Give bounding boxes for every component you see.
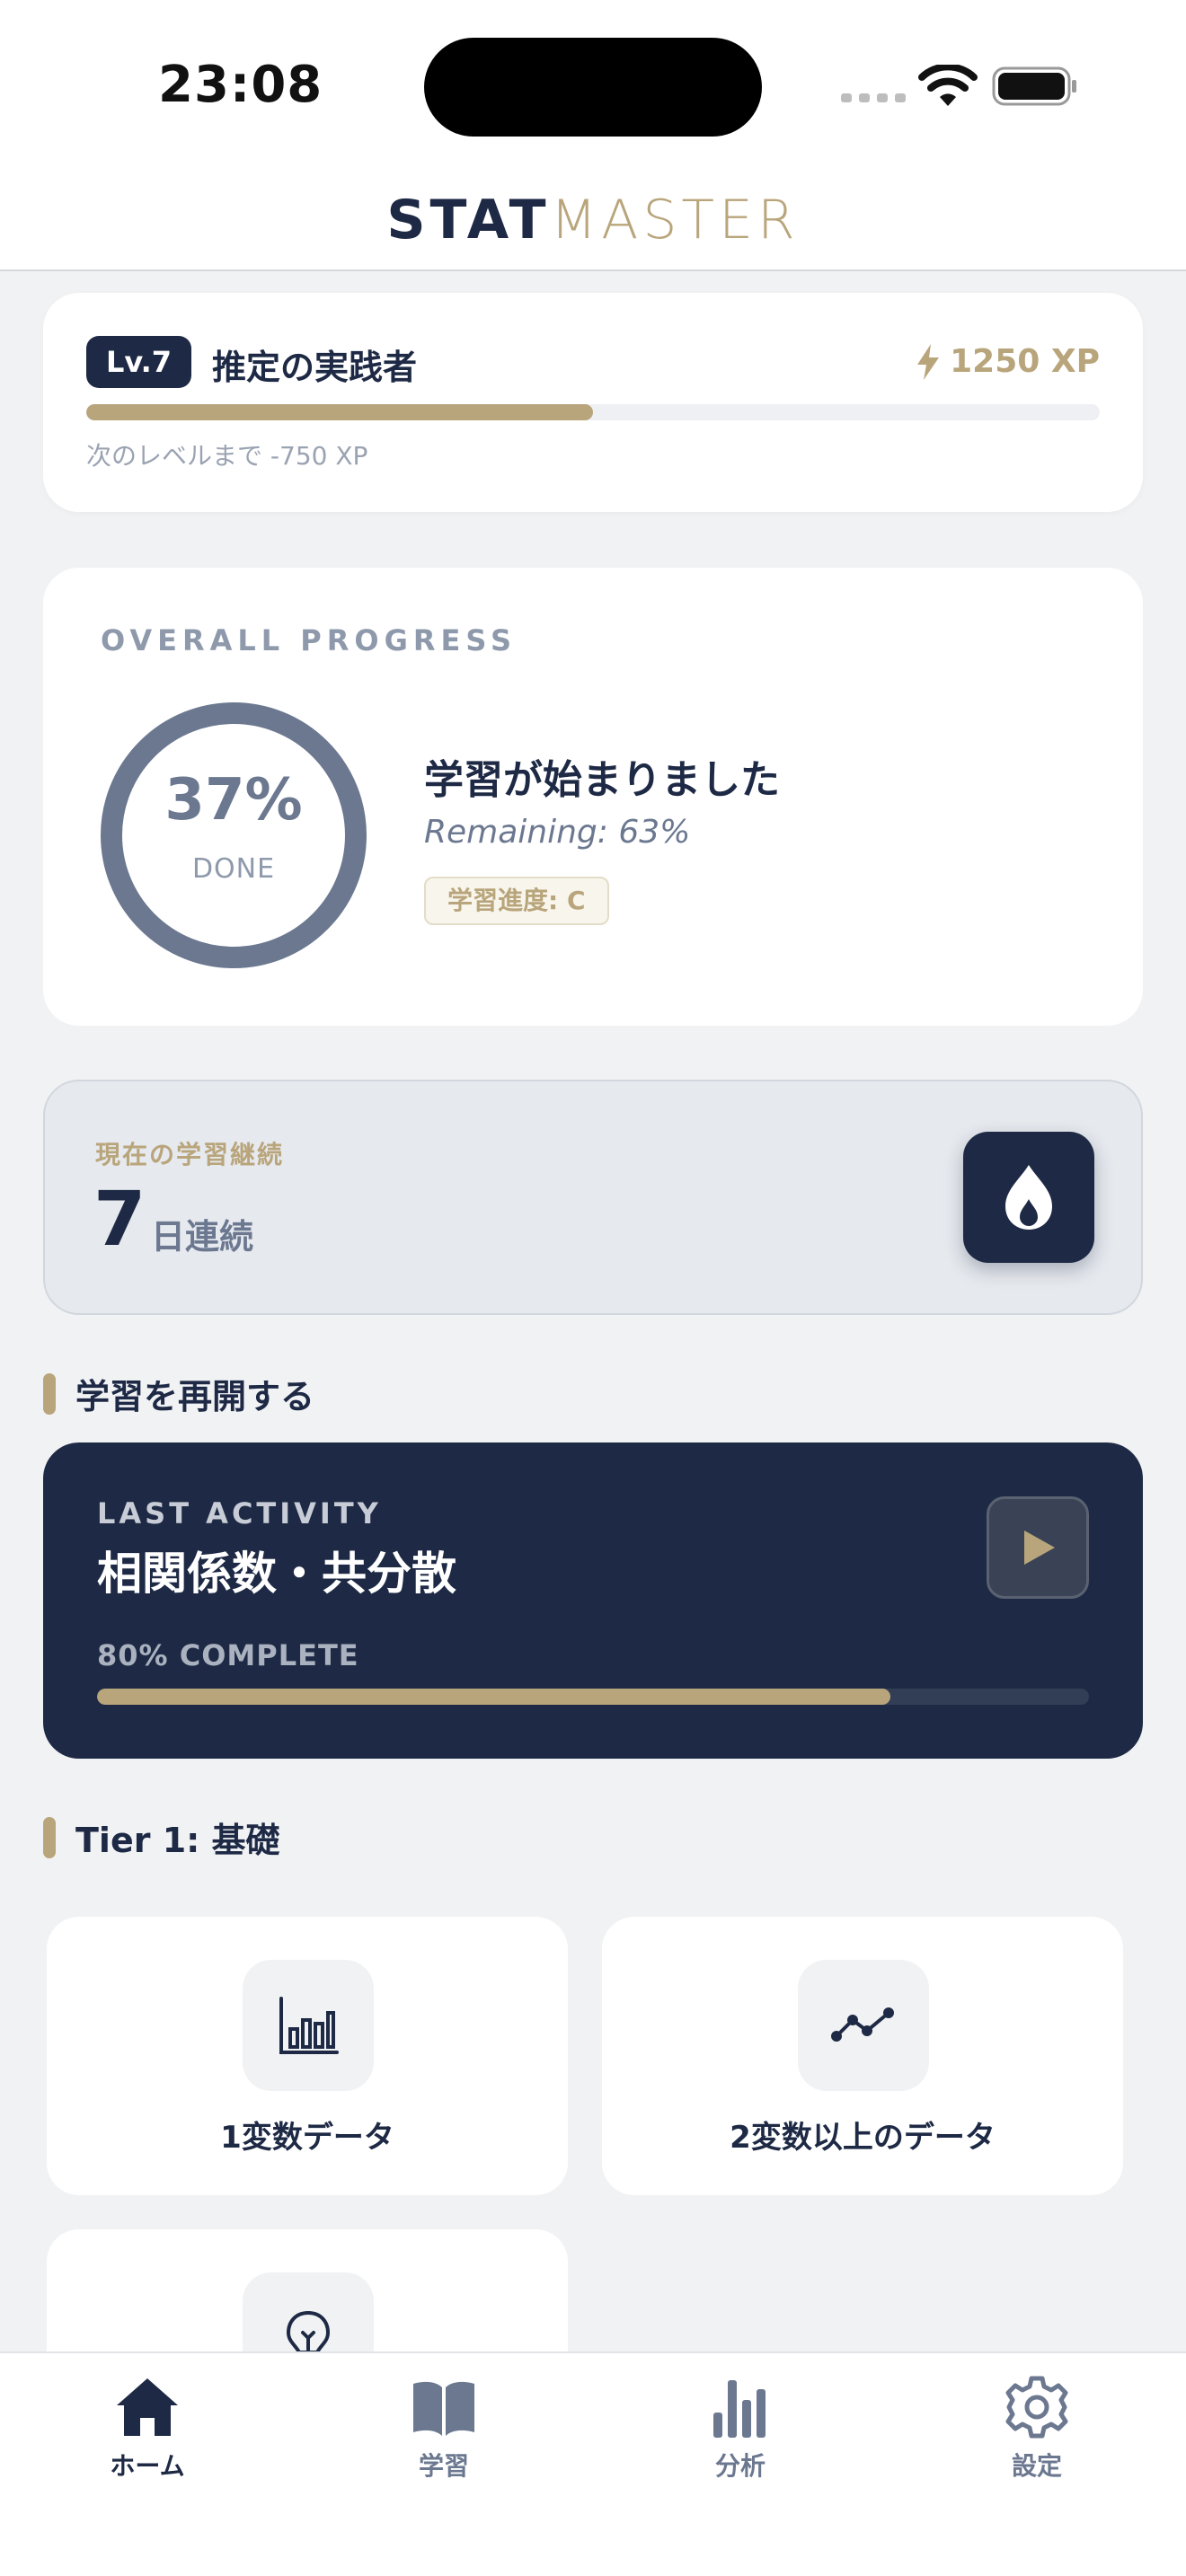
activity-progress-fill (97, 1689, 891, 1705)
tab-settings[interactable]: 設定 (947, 2373, 1127, 2483)
gear-icon (1005, 2376, 1068, 2439)
tab-analytics[interactable]: 分析 (651, 2373, 830, 2483)
heading-accent-bar (43, 1372, 56, 1415)
play-button[interactable] (987, 1496, 1089, 1599)
level-badge: Lv.7 (86, 336, 192, 388)
tab-label: 学習 (418, 2451, 469, 2481)
tile-label: 1変数データ (220, 2120, 394, 2156)
resume-heading-text: 学習を再開する (75, 1377, 315, 1416)
activity-complete-text: 80% COMPLETE (97, 1638, 359, 1672)
tab-label: ホーム (110, 2451, 185, 2481)
level-title: 推定の実践者 (212, 348, 418, 387)
streak-label: 現在の学習継続 (95, 1140, 285, 1169)
tier1-heading-text: Tier 1: 基礎 (75, 1821, 280, 1860)
tab-home[interactable]: ホーム (58, 2373, 237, 2483)
battery-icon (992, 66, 1076, 106)
overall-progress-label: OVERALL PROGRESS (101, 623, 518, 657)
screen: 23:08 STATMASTER Lv.7 推定の実践者 1250 XP 次のレ (0, 0, 1186, 2576)
grade-badge: 学習進度: C (424, 877, 609, 925)
streak-unit: 日連続 (151, 1217, 254, 1257)
tier1-section-heading: Tier 1: 基礎 (43, 1813, 280, 1862)
tile-icon-box (798, 1960, 929, 2091)
resume-section-heading: 学習を再開する (43, 1369, 314, 1418)
last-activity-card[interactable]: LAST ACTIVITY 相関係数・共分散 80% COMPLETE (43, 1442, 1143, 1759)
app-logo: STATMASTER (0, 189, 1186, 251)
streak-button[interactable] (963, 1132, 1094, 1263)
logo-bold: STAT (386, 189, 551, 251)
lightning-icon (917, 343, 940, 380)
level-progress-bar (86, 404, 1100, 420)
streak-days: 7 (93, 1175, 146, 1263)
overall-progress-card: OVERALL PROGRESS 37% DONE 学習が始まりました Rema… (43, 568, 1143, 1026)
xp-display: 1250 XP (916, 343, 1100, 380)
dynamic-island (424, 38, 762, 137)
activity-progress-bar (97, 1689, 1089, 1705)
tab-learn[interactable]: 学習 (354, 2373, 534, 2483)
progress-done-label: DONE (191, 853, 276, 885)
last-activity-label: LAST ACTIVITY (97, 1496, 382, 1531)
xp-value: 1250 XP (950, 343, 1100, 380)
level-card[interactable]: Lv.7 推定の実践者 1250 XP 次のレベルまで -750 XP (43, 293, 1143, 512)
progress-status-title: 学習が始まりました (424, 757, 780, 803)
line-chart-icon (831, 2007, 894, 2042)
tab-label: 分析 (714, 2451, 766, 2481)
flame-icon (1005, 1165, 1052, 1230)
home-icon (117, 2378, 178, 2436)
play-icon (1024, 1531, 1055, 1565)
tab-bar: ホーム 学習 分析 設定 (0, 2351, 1186, 2576)
logo-light: MASTER (550, 189, 800, 251)
topic-tile-univariate[interactable]: 1変数データ (47, 1917, 568, 2195)
wifi-icon (918, 65, 978, 106)
level-progress-fill (86, 404, 593, 420)
next-level-text: 次のレベルまで -750 XP (86, 441, 368, 471)
analytics-icon (713, 2380, 766, 2438)
progress-ring (101, 702, 367, 968)
cellular-signal-icon (841, 93, 906, 102)
remaining-text: Remaining: 63% (424, 814, 691, 851)
topic-tile-multivariate[interactable]: 2変数以上のデータ (602, 1917, 1123, 2195)
app-header: STATMASTER (0, 171, 1186, 271)
heading-accent-bar (43, 1816, 56, 1858)
book-icon (413, 2381, 474, 2436)
tile-icon-box (243, 1960, 374, 2091)
last-activity-title: 相関係数・共分散 (97, 1548, 456, 1600)
bar-chart-icon (279, 1997, 339, 2054)
tab-label: 設定 (1011, 2451, 1062, 2481)
status-bar: 23:08 (0, 0, 1186, 171)
status-time: 23:08 (158, 56, 323, 114)
streak-card: 現在の学習継続 7 日連続 (43, 1080, 1143, 1315)
tile-label: 2変数以上のデータ (730, 2120, 996, 2156)
progress-percent: 37% (164, 767, 303, 834)
